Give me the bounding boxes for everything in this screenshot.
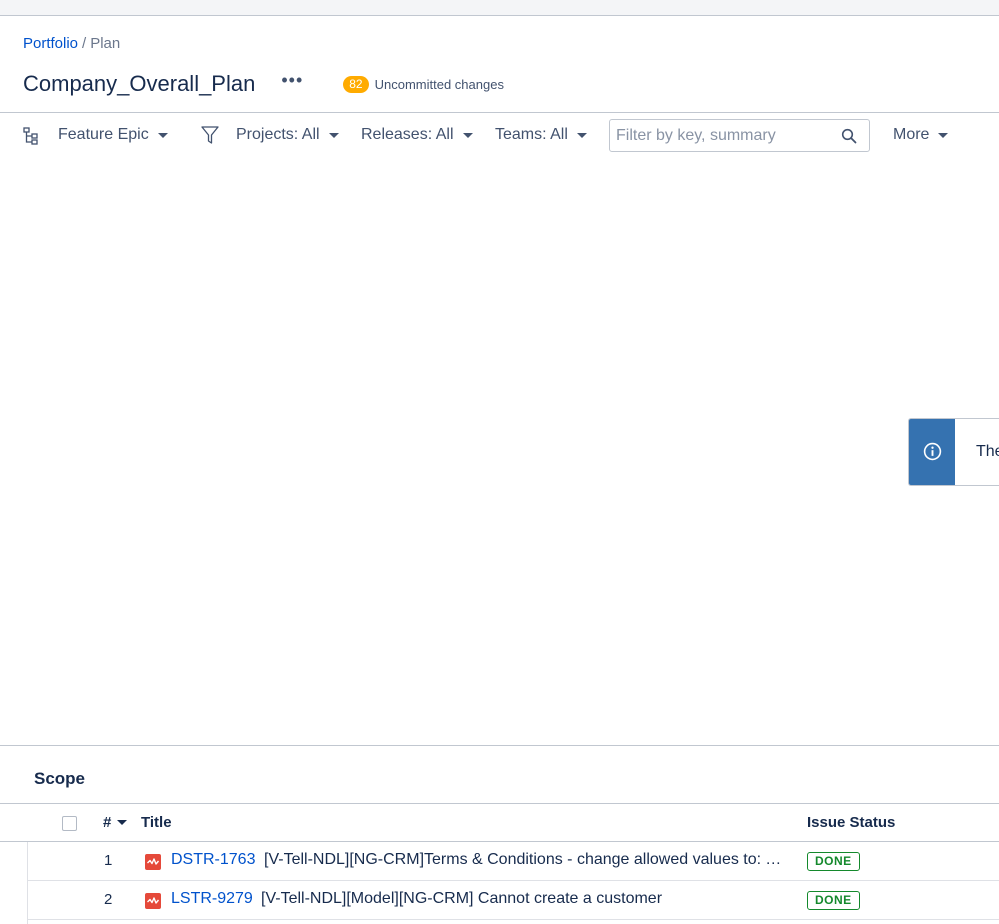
more-actions-icon[interactable]: •••	[281, 71, 303, 89]
page-title: Company_Overall_Plan	[23, 71, 256, 96]
column-header-title[interactable]: Title	[141, 814, 172, 831]
issue-key-link[interactable]: DSTR-1763	[171, 851, 255, 869]
column-header-issue-status[interactable]: Issue Status	[807, 814, 895, 831]
hierarchy-icon	[23, 127, 38, 145]
projects-filter-label: Projects: All	[236, 126, 320, 143]
scope-title: Scope	[34, 769, 86, 788]
search-input[interactable]	[616, 120, 836, 151]
breadcrumb-separator: /	[82, 35, 87, 52]
scope-divider	[0, 745, 999, 746]
bug-icon	[145, 893, 161, 909]
search-icon[interactable]	[841, 128, 857, 144]
breadcrumb-current: Plan	[90, 35, 121, 52]
uncommitted-count-badge: 82	[343, 75, 369, 93]
chevron-down-icon	[938, 132, 949, 138]
row-number: 2	[104, 891, 113, 908]
projects-filter-dropdown[interactable]: Projects: All	[236, 113, 339, 157]
issue-summary: [V-Tell-NDL][Model][NG-CRM] Cannot creat…	[261, 890, 663, 907]
top-bar	[0, 0, 999, 16]
issue-key-link[interactable]: LSTR-9279	[171, 890, 253, 908]
table-row[interactable]: 1 DSTR-1763 [V-Tell-NDL][NG-CRM]Terms & …	[28, 842, 999, 881]
bug-icon	[145, 854, 161, 870]
select-all-checkbox[interactable]	[62, 816, 77, 831]
status-badge: DONE	[807, 852, 860, 871]
chevron-down-icon	[576, 132, 587, 138]
search-field	[609, 119, 870, 152]
title-row: Company_Overall_Plan ••• 82 Uncommitted …	[23, 70, 504, 98]
scope-table-header: # Title Issue Status	[0, 803, 999, 842]
releases-filter-dropdown[interactable]: Releases: All	[361, 113, 473, 157]
info-flag-text: The	[976, 443, 999, 460]
status-badge: DONE	[807, 891, 860, 910]
info-flag-strip	[909, 419, 955, 485]
row-number: 1	[104, 852, 113, 869]
uncommitted-changes[interactable]: 82 Uncommitted changes	[343, 75, 504, 93]
info-icon	[923, 442, 942, 461]
info-flag[interactable]: The	[908, 418, 999, 486]
toolbar: Feature Epic Projects: All Releases: All…	[0, 113, 999, 157]
uncommitted-changes-label: Uncommitted changes	[374, 76, 504, 92]
filter-icon[interactable]	[200, 125, 220, 145]
more-dropdown[interactable]: More	[893, 113, 949, 157]
breadcrumb-portfolio-link[interactable]: Portfolio	[23, 35, 78, 52]
chevron-down-icon	[462, 132, 473, 138]
chevron-down-icon	[328, 132, 339, 138]
column-header-number[interactable]: #	[103, 814, 128, 831]
breadcrumb: Portfolio / Plan	[23, 35, 120, 52]
hierarchy-dropdown[interactable]: Feature Epic	[58, 113, 168, 157]
more-dropdown-label: More	[893, 126, 930, 143]
sort-chevron-down-icon	[117, 820, 128, 825]
issue-summary: [V-Tell-NDL][NG-CRM]Terms & Conditions -…	[264, 851, 784, 868]
teams-filter-label: Teams: All	[495, 126, 568, 143]
teams-filter-dropdown[interactable]: Teams: All	[495, 113, 587, 157]
column-header-number-label: #	[103, 814, 112, 831]
releases-filter-label: Releases: All	[361, 126, 454, 143]
chevron-down-icon	[157, 132, 168, 138]
table-row[interactable]: 2 LSTR-9279 [V-Tell-NDL][Model][NG-CRM] …	[28, 881, 999, 920]
hierarchy-dropdown-label: Feature Epic	[58, 126, 149, 143]
